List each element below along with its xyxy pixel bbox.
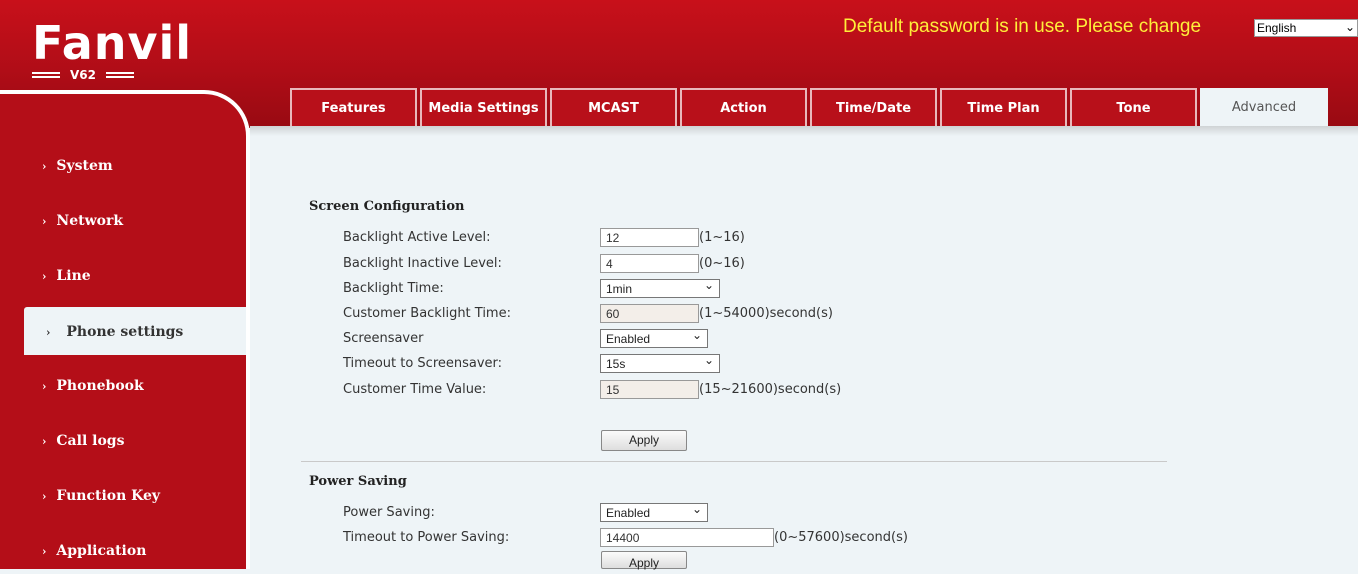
customer-time-input[interactable]: 15 [600, 380, 699, 399]
screen-apply-button[interactable]: Apply [601, 430, 687, 451]
chevron-right-icon: › [42, 215, 47, 228]
backlight-inactive-input[interactable]: 4 [600, 254, 699, 273]
tab-underline [250, 126, 1358, 136]
timeout-power-range: (0~57600)second(s) [774, 530, 908, 545]
customer-backlight-input[interactable]: 60 [600, 304, 699, 323]
sidebar-item-application[interactable]: › Application [42, 543, 146, 559]
chevron-right-icon: › [42, 490, 47, 503]
tab-time-plan[interactable]: Time Plan [940, 88, 1067, 126]
screensaver-select[interactable]: Enabled ⌄ [600, 328, 708, 348]
power-saving-select[interactable]: Enabled ⌄ [600, 502, 708, 522]
chevron-right-icon: › [42, 160, 47, 173]
chevron-down-icon: ⌄ [691, 502, 702, 516]
language-select[interactable]: English ⌄ [1254, 19, 1358, 37]
backlight-inactive-label: Backlight Inactive Level: [343, 256, 502, 271]
chevron-right-icon: › [42, 380, 47, 393]
backlight-active-input[interactable]: 12 [600, 228, 699, 247]
chevron-right-icon: › [46, 326, 51, 339]
timeout-screensaver-select[interactable]: 15s ⌄ [600, 353, 720, 373]
customer-time-label: Customer Time Value: [343, 382, 487, 397]
model-name: V62 [70, 68, 96, 82]
settings-tabs: Features Media Settings MCAST Action Tim… [290, 88, 1328, 126]
tab-advanced[interactable]: Advanced [1200, 88, 1328, 126]
brand-name: Fanvil [32, 16, 193, 70]
chevron-right-icon: › [42, 270, 47, 283]
backlight-active-range: (1~16) [699, 230, 745, 245]
tab-features[interactable]: Features [290, 88, 417, 126]
section-title-screen: Screen Configuration [309, 199, 465, 214]
chevron-right-icon: › [42, 435, 47, 448]
backlight-active-label: Backlight Active Level: [343, 230, 491, 245]
section-title-power: Power Saving [309, 474, 407, 489]
timeout-screensaver-label: Timeout to Screensaver: [343, 356, 503, 371]
chevron-down-icon: ⌄ [1344, 20, 1355, 34]
default-password-warning[interactable]: Default password is in use. Please chang… [843, 16, 1201, 38]
tab-action[interactable]: Action [680, 88, 807, 126]
backlight-time-select[interactable]: 1min ⌄ [600, 278, 720, 298]
sidebar-item-phonebook[interactable]: › Phonebook [42, 378, 144, 394]
sidebar-item-line[interactable]: › Line [42, 268, 91, 284]
timeout-power-input[interactable]: 14400 [600, 528, 774, 547]
chevron-down-icon: ⌄ [703, 353, 714, 367]
customer-time-range: (15~21600)second(s) [699, 382, 842, 397]
power-apply-button[interactable]: Apply [601, 551, 687, 570]
power-saving-label: Power Saving: [343, 505, 435, 520]
sidebar-item-function-key[interactable]: › Function Key [42, 488, 160, 504]
section-divider [301, 461, 1167, 462]
customer-backlight-range: (1~54000)second(s) [699, 306, 833, 321]
backlight-time-label: Backlight Time: [343, 281, 444, 296]
tab-time-date[interactable]: Time/Date [810, 88, 937, 126]
chevron-right-icon: › [42, 545, 47, 558]
tab-tone[interactable]: Tone [1070, 88, 1197, 126]
chevron-down-icon: ⌄ [691, 328, 702, 342]
backlight-inactive-range: (0~16) [699, 256, 745, 271]
screensaver-label: Screensaver [343, 331, 424, 346]
timeout-power-label: Timeout to Power Saving: [343, 530, 510, 545]
customer-backlight-label: Customer Backlight Time: [343, 306, 511, 321]
chevron-down-icon: ⌄ [703, 278, 714, 292]
sidebar-item-phone-settings[interactable]: › Phone settings [46, 324, 183, 340]
fanvil-logo: Fanvil V62 [32, 20, 192, 82]
sidebar-item-network[interactable]: › Network [42, 213, 123, 229]
sidebar-item-system[interactable]: › System [42, 158, 113, 174]
sidebar-item-call-logs[interactable]: › Call logs [42, 433, 124, 449]
tab-media-settings[interactable]: Media Settings [420, 88, 547, 126]
tab-mcast[interactable]: MCAST [550, 88, 677, 126]
